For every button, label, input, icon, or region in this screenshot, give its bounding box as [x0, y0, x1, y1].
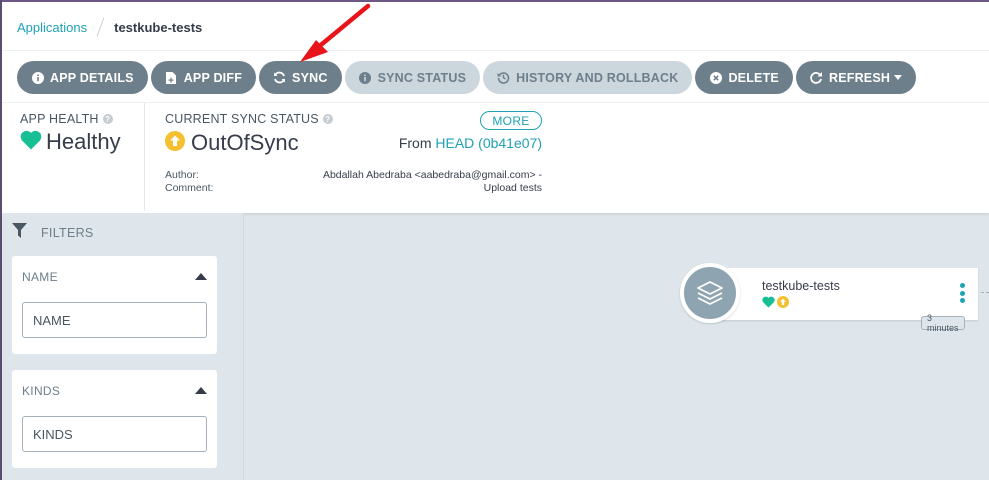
- app-diff-label: APP DIFF: [183, 70, 243, 85]
- filters-title: FILTERS: [41, 226, 94, 240]
- filters-sidebar: FILTERS NAME KINDS: [2, 213, 243, 480]
- breadcrumb-separator: [96, 17, 105, 37]
- heart-icon: [762, 295, 775, 313]
- app-toolbar: APP DETAILS APP DIFF SYNC SYNC STATUS HI…: [17, 61, 919, 94]
- app-health-panel: APP HEALTH ? Healthy: [20, 112, 121, 155]
- info-icon: [359, 71, 372, 84]
- divider: [2, 50, 989, 51]
- help-icon[interactable]: ?: [322, 114, 333, 124]
- sync-status-label: SYNC STATUS: [377, 70, 467, 85]
- arrow-circle-up-icon: [165, 130, 185, 156]
- window-left-border: [0, 0, 2, 480]
- sync-revision: From HEAD (0b41e07): [399, 135, 542, 151]
- breadcrumb-current: testkube-tests: [114, 19, 203, 35]
- sync-label: SYNC: [292, 70, 328, 85]
- breadcrumb: Applications testkube-tests: [17, 17, 203, 37]
- more-button[interactable]: MORE: [480, 111, 542, 130]
- annotation-arrow-icon: [300, 3, 371, 62]
- history-rollback-button[interactable]: HISTORY AND ROLLBACK: [483, 61, 693, 94]
- help-icon[interactable]: ?: [102, 114, 113, 124]
- panel-divider: [144, 103, 145, 211]
- comment-value: Upload tests: [483, 182, 542, 194]
- history-rollback-label: HISTORY AND ROLLBACK: [516, 70, 679, 85]
- commit-meta-values: Abdallah Abedraba <aabedraba@gmail.com> …: [323, 169, 542, 195]
- breadcrumb-applications-link[interactable]: Applications: [17, 20, 87, 35]
- app-health-value: Healthy: [20, 129, 121, 155]
- app-diff-button[interactable]: APP DIFF: [150, 61, 257, 94]
- kinds-filter-input[interactable]: [22, 416, 207, 452]
- filters-header: FILTERS: [12, 223, 94, 243]
- name-filter-title: NAME: [22, 270, 58, 284]
- filter-icon: [12, 223, 27, 243]
- sync-status-text: OutOfSync: [191, 130, 299, 155]
- revision-link[interactable]: HEAD (0b41e07): [435, 135, 542, 151]
- delete-button[interactable]: DELETE: [695, 61, 793, 94]
- caret-up-icon[interactable]: [195, 387, 207, 394]
- canvas-divider: [243, 213, 244, 480]
- info-icon: [31, 71, 44, 84]
- refresh-button[interactable]: REFRESH: [795, 61, 917, 94]
- app-health-title: APP HEALTH ?: [20, 112, 121, 126]
- resource-node-age: 3 minutes: [921, 313, 965, 333]
- caret-down-icon: [894, 75, 903, 80]
- app-health-text: Healthy: [46, 129, 121, 154]
- sync-icon: [273, 71, 286, 84]
- redo-icon: [810, 71, 823, 84]
- history-icon: [497, 71, 510, 84]
- refresh-label: REFRESH: [828, 70, 891, 85]
- sync-status-panel: CURRENT SYNC STATUS ? OutOfSync MORE Fro…: [165, 111, 542, 194]
- kinds-filter-card: KINDS: [12, 370, 217, 468]
- name-filter-input[interactable]: [22, 302, 207, 338]
- node-menu-icon[interactable]: [960, 283, 965, 306]
- app-details-label: APP DETAILS: [50, 70, 134, 85]
- comment-label: Comment:: [165, 182, 214, 194]
- caret-up-icon[interactable]: [195, 273, 207, 280]
- times-circle-icon: [709, 71, 722, 84]
- file-diff-icon: [165, 71, 178, 84]
- name-filter-card: NAME: [12, 256, 217, 354]
- app-health-title-text: APP HEALTH: [20, 112, 99, 126]
- heart-icon: [20, 130, 42, 155]
- kinds-filter-title: KINDS: [22, 384, 61, 398]
- author-value: Abdallah Abedraba <aabedraba@gmail.com> …: [322, 169, 542, 181]
- sync-status-title-text: CURRENT SYNC STATUS: [165, 112, 319, 126]
- divider: [2, 102, 989, 103]
- resource-node-status: [762, 295, 789, 313]
- arrow-circle-up-icon: [777, 295, 789, 313]
- commit-meta-labels: Author: Comment:: [165, 169, 213, 195]
- graph-edge: [981, 292, 989, 293]
- author-label: Author:: [165, 169, 199, 181]
- application-node-icon: [680, 263, 740, 323]
- delete-label: DELETE: [728, 70, 779, 85]
- from-label: From: [398, 135, 432, 151]
- app-details-button[interactable]: APP DETAILS: [17, 61, 148, 94]
- resource-node-name: testkube-tests: [762, 279, 840, 293]
